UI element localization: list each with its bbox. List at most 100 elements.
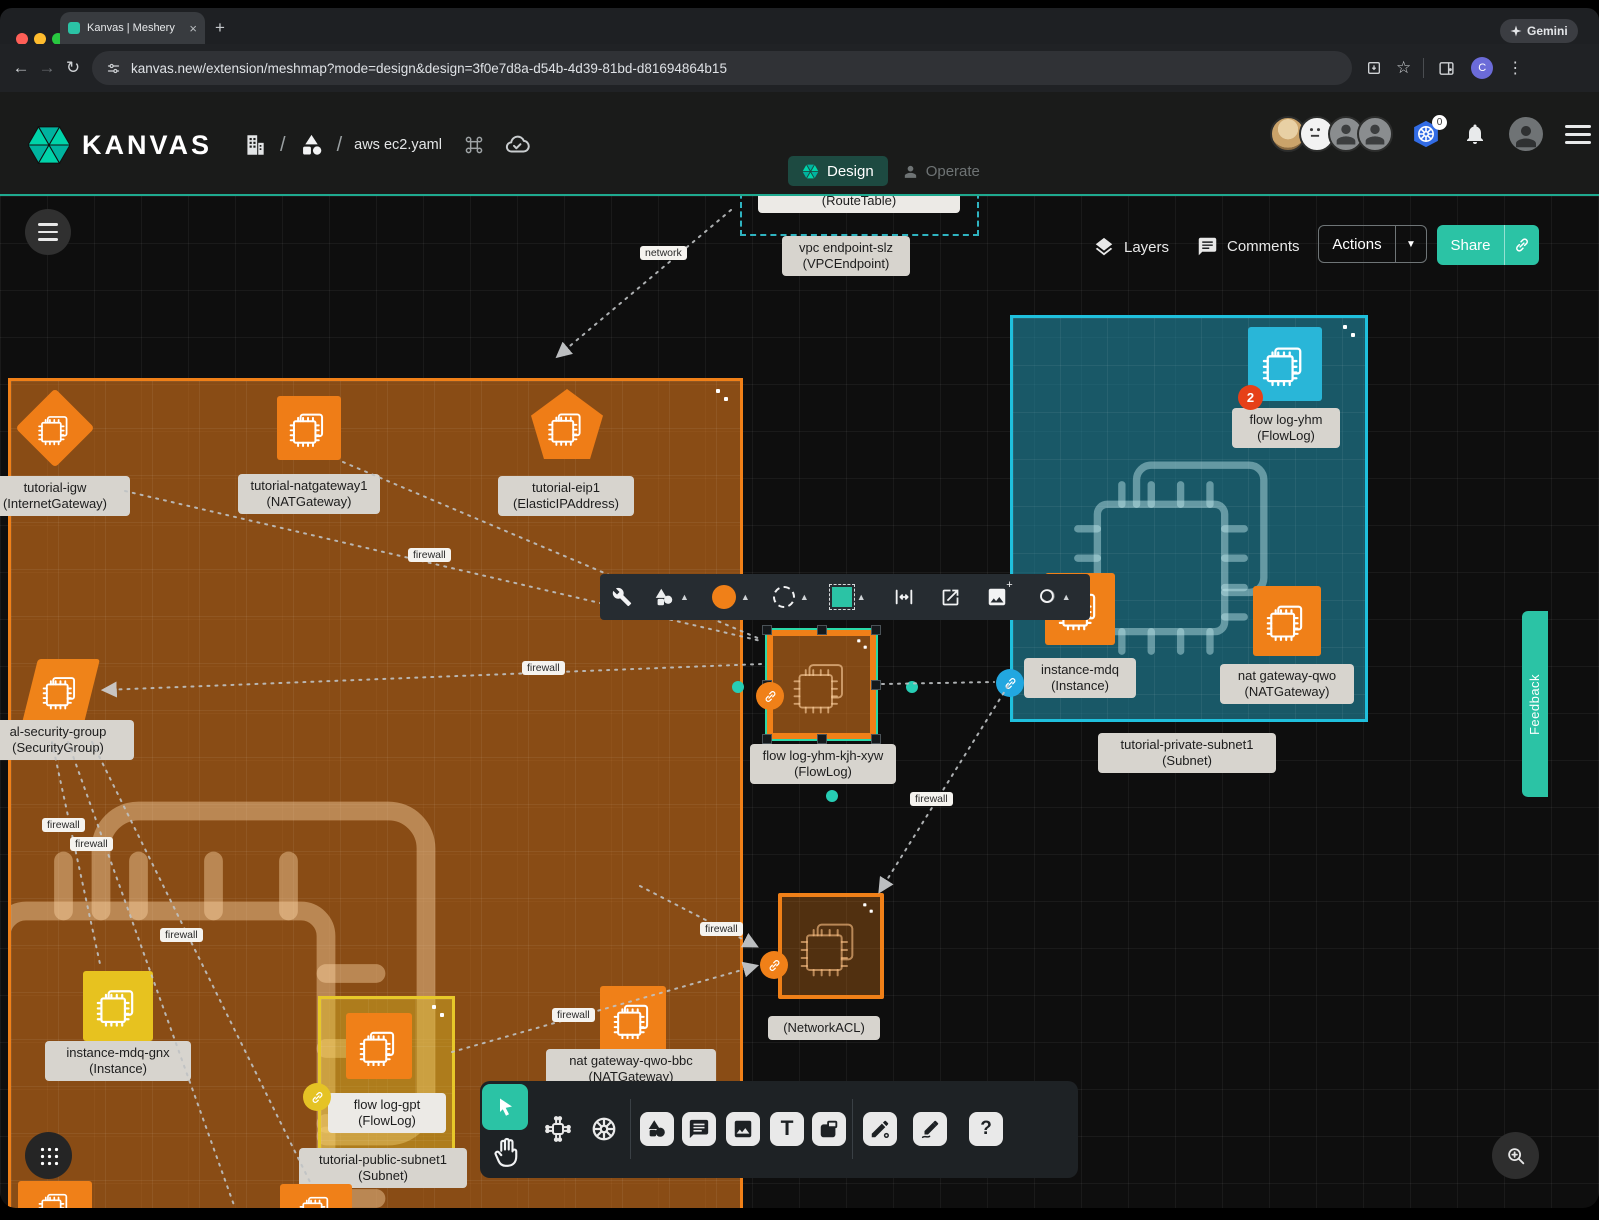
tab-close-icon[interactable]: × xyxy=(189,21,197,36)
resize-handle[interactable] xyxy=(871,680,881,690)
node-natgateway1[interactable] xyxy=(277,396,341,460)
address-bar[interactable]: kanvas.new/extension/meshmap?mode=design… xyxy=(92,51,1352,85)
save-page-icon[interactable] xyxy=(1366,60,1382,76)
open-in-new-icon[interactable] xyxy=(940,587,961,608)
resize-handle[interactable] xyxy=(817,625,827,635)
node-network-acl[interactable] xyxy=(778,893,884,999)
design-canvas[interactable]: (RouteTable) vpc endpoint-slz(VPCEndpoin… xyxy=(0,196,1599,1208)
zoom-button[interactable] xyxy=(1492,1132,1539,1179)
collaborator-avatar[interactable] xyxy=(1357,116,1393,152)
resize-handle[interactable] xyxy=(871,625,881,635)
eip1-label[interactable]: tutorial-eip1(ElasticIPAddress) xyxy=(498,476,634,516)
node-partial[interactable] xyxy=(280,1184,352,1208)
site-settings-icon[interactable] xyxy=(106,61,121,76)
collapse-icon[interactable] xyxy=(863,903,873,913)
browser-tab[interactable]: Kanvas | Meshery × xyxy=(60,12,205,44)
shape-picker-button[interactable]: ▲ xyxy=(653,586,689,608)
public-subnet-label[interactable]: tutorial-public-subnet1(Subnet) xyxy=(299,1148,467,1188)
shapes-tool-button[interactable] xyxy=(640,1112,674,1146)
annotation-button[interactable]: ▲ xyxy=(1035,586,1071,608)
frame-tool-button[interactable] xyxy=(812,1112,846,1146)
collapse-icon[interactable] xyxy=(432,1005,444,1017)
resize-handle[interactable] xyxy=(817,734,827,744)
bookmark-star-icon[interactable]: ☆ xyxy=(1396,58,1411,78)
private-subnet-label[interactable]: tutorial-private-subnet1(Subnet) xyxy=(1098,733,1276,773)
copy-link-icon[interactable] xyxy=(1504,225,1539,265)
comments-button[interactable]: Comments xyxy=(1197,236,1300,257)
node-flow-log-gpt[interactable] xyxy=(346,1013,412,1079)
text-tool-button[interactable]: T xyxy=(770,1112,804,1146)
canvas-menu-button[interactable] xyxy=(25,209,71,255)
collapse-icon[interactable] xyxy=(857,639,867,649)
new-tab-button[interactable]: + xyxy=(215,18,225,38)
header-menu-icon[interactable] xyxy=(1565,125,1591,144)
instance-mdq-label[interactable]: instance-mdq(Instance) xyxy=(1024,658,1136,698)
edge-handle-icon[interactable] xyxy=(760,951,788,979)
canvas-style-button[interactable]: ▲ xyxy=(832,587,866,607)
edge-handle-icon[interactable] xyxy=(303,1083,331,1111)
browser-menu-icon[interactable]: ⋮ xyxy=(1507,58,1523,78)
resize-width-icon[interactable] xyxy=(893,586,915,608)
cloud-sync-icon[interactable] xyxy=(504,132,530,158)
actions-dropdown-icon[interactable]: ▼ xyxy=(1395,226,1426,262)
natgateway1-label[interactable]: tutorial-natgateway1(NATGateway) xyxy=(238,474,380,514)
kubernetes-context[interactable]: 0 xyxy=(1411,119,1441,149)
configure-wrench-icon[interactable] xyxy=(612,587,632,607)
node-flow-log-selected[interactable] xyxy=(765,628,878,741)
route-table-label[interactable]: (RouteTable) xyxy=(758,196,960,213)
design-file-name[interactable]: aws ec2.yaml xyxy=(354,137,442,153)
component-tool-button[interactable] xyxy=(541,1112,575,1146)
back-icon[interactable]: ← xyxy=(8,58,34,78)
notifications-bell-icon[interactable] xyxy=(1463,122,1487,146)
node-nat-gateway-qwo[interactable] xyxy=(1253,586,1321,656)
kubernetes-tool-button[interactable] xyxy=(587,1112,621,1146)
url-text[interactable]: kanvas.new/extension/meshmap?mode=design… xyxy=(131,61,727,76)
comment-tool-button[interactable] xyxy=(682,1112,716,1146)
forward-icon[interactable]: → xyxy=(34,58,60,78)
user-avatar[interactable] xyxy=(1509,117,1543,151)
add-image-button[interactable]: + xyxy=(986,586,1008,608)
layers-button[interactable]: Layers xyxy=(1093,236,1169,258)
nat-gateway-qwo-label[interactable]: nat gateway-qwo(NATGateway) xyxy=(1220,664,1354,704)
image-tool-button[interactable] xyxy=(726,1112,760,1146)
gemini-button[interactable]: Gemini xyxy=(1500,19,1578,43)
flow-log-yhm-label[interactable]: flow log-yhm(FlowLog) xyxy=(1232,408,1340,448)
border-style-button[interactable]: ▲ xyxy=(773,586,809,608)
designs-icon[interactable] xyxy=(298,132,325,159)
share-button[interactable]: Share xyxy=(1437,225,1539,265)
kanvas-logo[interactable] xyxy=(28,124,70,166)
feedback-tab[interactable]: Feedback xyxy=(1522,611,1548,797)
reload-icon[interactable]: ↻ xyxy=(60,58,86,78)
select-cursor-button[interactable] xyxy=(482,1084,528,1130)
resize-handle[interactable] xyxy=(762,625,772,635)
edge-handle-icon[interactable] xyxy=(996,669,1024,697)
operate-mode-button[interactable]: Operate xyxy=(902,163,980,180)
node-partial[interactable] xyxy=(18,1181,92,1208)
node-nat-gateway-qwo-bbc[interactable] xyxy=(600,986,666,1052)
vpc-endpoint-label[interactable]: vpc endpoint-slz(VPCEndpoint) xyxy=(782,236,910,276)
browser-profile-avatar[interactable]: C xyxy=(1471,57,1493,79)
organization-icon[interactable] xyxy=(242,132,268,158)
collapse-icon[interactable] xyxy=(1343,325,1355,337)
security-group-label[interactable]: al-security-group(SecurityGroup) xyxy=(0,720,134,760)
actions-button[interactable]: Actions ▼ xyxy=(1318,225,1427,263)
flow-log-gpt-label[interactable]: flow log-gpt(FlowLog) xyxy=(328,1093,446,1133)
draw-edge-tool-button[interactable] xyxy=(863,1112,897,1146)
sidepanel-icon[interactable] xyxy=(1438,60,1455,77)
instance-mdq-gnx-label[interactable]: instance-mdq-gnx(Instance) xyxy=(45,1041,191,1081)
network-acl-label[interactable]: (NetworkACL) xyxy=(768,1016,880,1040)
freehand-tool-button[interactable] xyxy=(913,1112,947,1146)
fill-color-button[interactable]: ▲ xyxy=(712,585,750,609)
resize-handle[interactable] xyxy=(871,734,881,744)
keyboard-shortcuts-icon[interactable] xyxy=(464,135,484,155)
flow-log-selected-label[interactable]: flow log-yhm-kjh-xyw(FlowLog) xyxy=(750,744,896,784)
pan-hand-button[interactable] xyxy=(490,1135,520,1171)
collapse-icon[interactable] xyxy=(716,389,728,401)
node-instance-mdq-gnx[interactable] xyxy=(83,971,153,1041)
edge-handle-icon[interactable] xyxy=(756,682,784,710)
help-tool-button[interactable]: ? xyxy=(969,1112,1003,1146)
widgets-grid-button[interactable] xyxy=(25,1132,72,1179)
igw-label[interactable]: tutorial-igw(InternetGateway) xyxy=(0,476,130,516)
resize-handle[interactable] xyxy=(762,734,772,744)
design-mode-button[interactable]: Design xyxy=(788,156,888,186)
